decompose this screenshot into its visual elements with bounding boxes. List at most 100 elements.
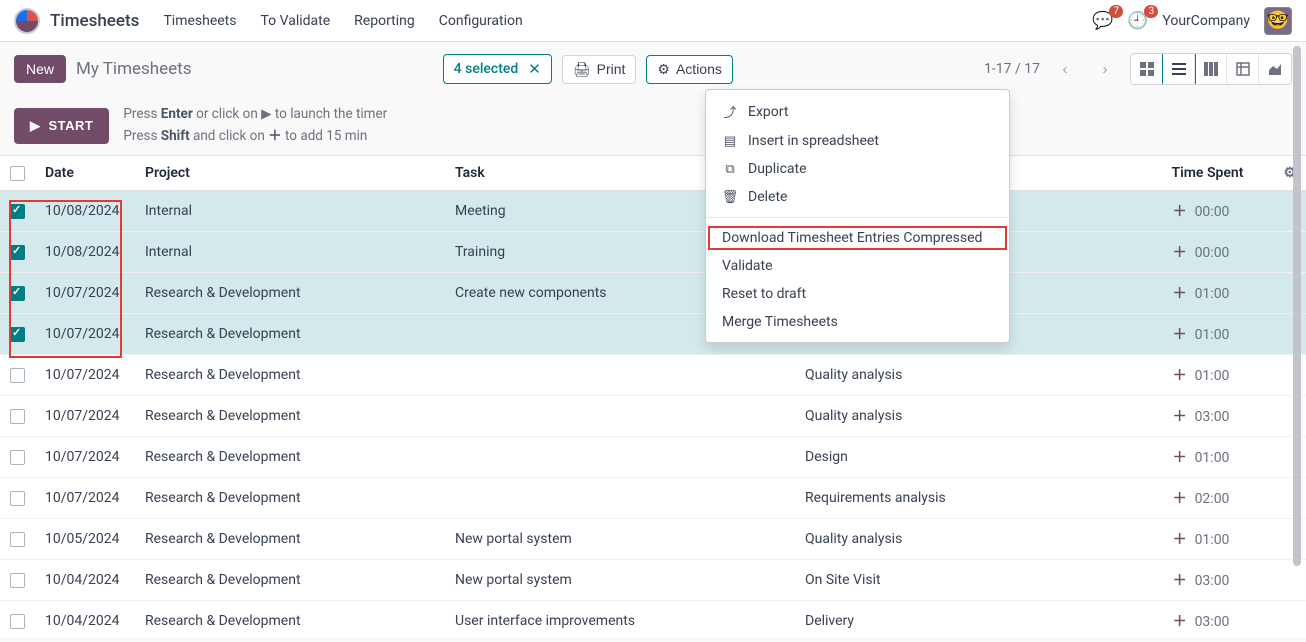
row-checkbox[interactable] <box>10 286 25 301</box>
table-row[interactable]: 10/08/2024InternalMeeting＋00:00 <box>0 191 1306 232</box>
table-row[interactable]: 10/07/2024Research & Development Requirem… <box>0 478 1306 519</box>
cell-time[interactable]: ＋00:00 <box>1077 232 1273 273</box>
row-checkbox[interactable] <box>10 368 25 383</box>
cell-time[interactable]: ＋03:00 <box>1077 396 1273 437</box>
action-reset-draft[interactable]: Reset to draft <box>706 280 1009 308</box>
cell-project[interactable]: Research & Development <box>135 273 445 314</box>
select-all-checkbox[interactable] <box>10 166 25 181</box>
action-download-compressed[interactable]: Download Timesheet Entries Compressed <box>706 224 1009 252</box>
action-export[interactable]: ⤴Export <box>706 96 1009 127</box>
col-project[interactable]: Project <box>135 156 445 191</box>
add-time-icon[interactable]: ＋ <box>1173 614 1187 630</box>
actions-button[interactable]: ⚙ Actions <box>646 55 732 84</box>
cell-time[interactable]: ＋00:00 <box>1077 191 1273 232</box>
col-date[interactable]: Date <box>35 156 135 191</box>
add-time-icon[interactable]: ＋ <box>1173 532 1187 548</box>
action-insert-spreadsheet[interactable]: ▤Insert in spreadsheet <box>706 127 1009 155</box>
cell-date[interactable]: 10/04/2024 <box>35 560 135 601</box>
cell-time[interactable]: ＋01:00 <box>1077 355 1273 396</box>
cell-task[interactable]: New portal system <box>445 519 795 560</box>
action-merge[interactable]: Merge Timesheets <box>706 308 1009 336</box>
cell-project[interactable]: Research & Development <box>135 478 445 519</box>
action-validate[interactable]: Validate <box>706 252 1009 280</box>
table-scroll[interactable]: Date Project Task Time Spent ⚙ 10/08/202… <box>0 155 1306 637</box>
row-checkbox[interactable] <box>10 614 25 629</box>
nav-reporting[interactable]: Reporting <box>354 13 415 29</box>
view-pivot-icon[interactable] <box>1227 54 1259 84</box>
add-time-icon[interactable]: ＋ <box>1173 245 1187 261</box>
cell-date[interactable]: 10/07/2024 <box>35 314 135 355</box>
nav-configuration[interactable]: Configuration <box>439 13 523 29</box>
cell-time[interactable]: ＋02:00 <box>1077 478 1273 519</box>
action-duplicate[interactable]: ⧉Duplicate <box>706 155 1009 183</box>
cell-description[interactable]: Requirements analysis <box>795 478 1077 519</box>
row-checkbox[interactable] <box>10 532 25 547</box>
print-button[interactable]: 🖨 Print <box>562 55 637 84</box>
view-grid-icon[interactable] <box>1195 54 1227 84</box>
pager-text[interactable]: 1-17 / 17 <box>984 61 1040 77</box>
action-delete[interactable]: 🗑Delete <box>706 183 1009 211</box>
activities-icon[interactable]: 🕘 3 <box>1127 11 1148 31</box>
table-row[interactable]: 10/07/2024Research & Development Quality … <box>0 396 1306 437</box>
cell-time[interactable]: ＋01:00 <box>1077 437 1273 478</box>
cell-description[interactable]: Quality analysis <box>795 396 1077 437</box>
cell-task[interactable] <box>445 437 795 478</box>
pager-next[interactable]: › <box>1090 54 1120 84</box>
pager-prev[interactable]: ‹ <box>1050 54 1080 84</box>
row-checkbox[interactable] <box>10 450 25 465</box>
cell-time[interactable]: ＋03:00 <box>1077 560 1273 601</box>
cell-time[interactable]: ＋01:00 <box>1077 314 1273 355</box>
cell-task[interactable]: New portal system <box>445 560 795 601</box>
add-time-icon[interactable]: ＋ <box>1173 286 1187 302</box>
row-checkbox[interactable] <box>10 245 25 260</box>
row-checkbox[interactable] <box>10 327 25 342</box>
row-checkbox[interactable] <box>10 204 25 219</box>
table-row[interactable]: 10/07/2024Research & DevelopmentCreate n… <box>0 273 1306 314</box>
table-row[interactable]: 10/08/2024InternalTraining＋00:00 <box>0 232 1306 273</box>
start-button[interactable]: ▶ START <box>14 108 109 144</box>
cell-project[interactable]: Research & Development <box>135 519 445 560</box>
cell-task[interactable] <box>445 396 795 437</box>
table-row[interactable]: 10/04/2024Research & DevelopmentNew port… <box>0 560 1306 601</box>
table-row[interactable]: 10/07/2024Research & DevelopmentDelivery… <box>0 314 1306 355</box>
view-list-icon[interactable] <box>1163 54 1195 84</box>
add-time-icon[interactable]: ＋ <box>1173 327 1187 343</box>
cell-description[interactable]: Quality analysis <box>795 519 1077 560</box>
cell-task[interactable] <box>445 478 795 519</box>
view-chart-icon[interactable] <box>1259 54 1291 84</box>
new-button[interactable]: New <box>14 55 66 83</box>
cell-date[interactable]: 10/08/2024 <box>35 232 135 273</box>
messages-icon[interactable]: 💬 7 <box>1092 11 1113 31</box>
cell-project[interactable]: Research & Development <box>135 601 445 638</box>
add-time-icon[interactable]: ＋ <box>1173 573 1187 589</box>
cell-date[interactable]: 10/07/2024 <box>35 437 135 478</box>
row-checkbox[interactable] <box>10 409 25 424</box>
table-row[interactable]: 10/04/2024Research & DevelopmentUser int… <box>0 601 1306 638</box>
nav-to-validate[interactable]: To Validate <box>261 13 331 29</box>
add-time-icon[interactable]: ＋ <box>1173 450 1187 466</box>
table-row[interactable]: 10/05/2024Research & DevelopmentNew port… <box>0 519 1306 560</box>
cell-project[interactable]: Research & Development <box>135 560 445 601</box>
scrollbar-vertical[interactable] <box>1290 46 1304 636</box>
cell-project[interactable]: Internal <box>135 232 445 273</box>
cell-description[interactable]: Design <box>795 437 1077 478</box>
clear-selection-icon[interactable]: ✕ <box>528 60 541 78</box>
row-checkbox[interactable] <box>10 491 25 506</box>
cell-project[interactable]: Research & Development <box>135 314 445 355</box>
cell-time[interactable]: ＋01:00 <box>1077 273 1273 314</box>
add-time-icon[interactable]: ＋ <box>1173 491 1187 507</box>
cell-date[interactable]: 10/07/2024 <box>35 478 135 519</box>
cell-date[interactable]: 10/07/2024 <box>35 355 135 396</box>
cell-date[interactable]: 10/07/2024 <box>35 273 135 314</box>
row-checkbox[interactable] <box>10 573 25 588</box>
table-row[interactable]: 10/07/2024Research & Development Design＋0… <box>0 437 1306 478</box>
cell-description[interactable]: On Site Visit <box>795 560 1077 601</box>
add-time-icon[interactable]: ＋ <box>1173 409 1187 425</box>
view-kanban-icon[interactable] <box>1131 54 1163 84</box>
cell-task[interactable] <box>445 355 795 396</box>
cell-project[interactable]: Research & Development <box>135 355 445 396</box>
cell-date[interactable]: 10/07/2024 <box>35 396 135 437</box>
cell-project[interactable]: Research & Development <box>135 396 445 437</box>
cell-project[interactable]: Research & Development <box>135 437 445 478</box>
cell-time[interactable]: ＋01:00 <box>1077 519 1273 560</box>
